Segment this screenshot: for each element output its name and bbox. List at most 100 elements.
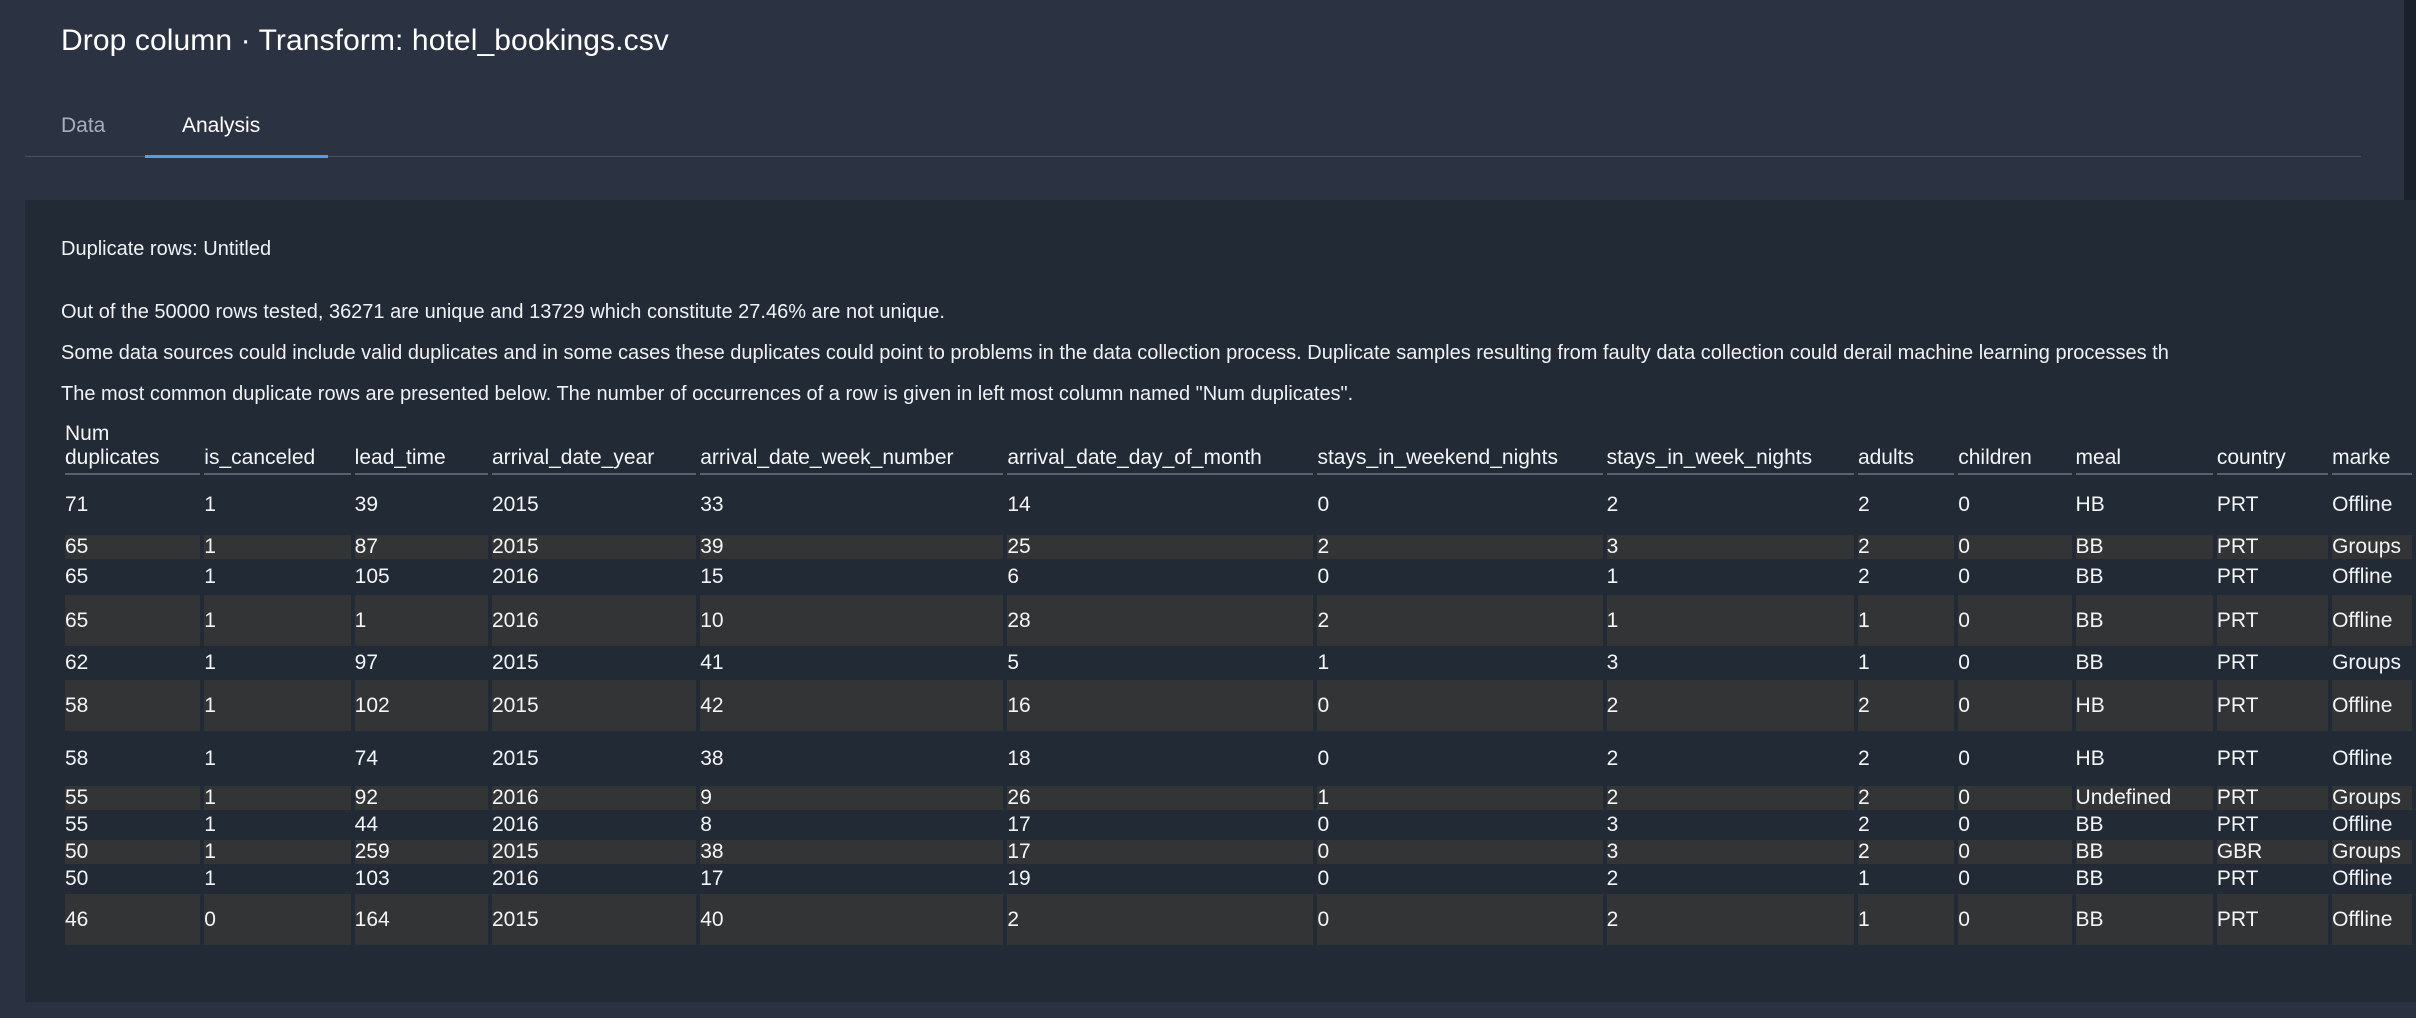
table-cell: 0 — [1958, 595, 2072, 646]
table-row: 58 1 102 2015 42 16 0 2 2 0 HB PRT Offline — [65, 680, 2412, 731]
table-cell: 1 — [204, 810, 351, 840]
table-cell: 74 — [354, 731, 488, 786]
active-tab-indicator — [145, 155, 328, 158]
duplicate-explanation: Some data sources could include valid du… — [61, 342, 2169, 364]
table-cell: 50 — [65, 840, 201, 864]
tab-analysis[interactable]: Analysis — [182, 114, 260, 138]
table-cell: 1 — [1857, 864, 1955, 894]
table-cell: 0 — [1958, 535, 2072, 559]
duplicate-note: The most common duplicate rows are prese… — [61, 383, 1354, 405]
table-cell: Offline — [2332, 894, 2412, 945]
table-cell: 1 — [1857, 595, 1955, 646]
table-cell: 2016 — [491, 786, 697, 810]
table-cell: 0 — [1958, 840, 2072, 864]
table-cell: 0 — [1958, 559, 2072, 595]
table-cell: 0 — [1317, 894, 1603, 945]
table-row: 65 1 87 2015 39 25 2 3 2 0 BB PRT Groups — [65, 535, 2412, 559]
table-cell: 97 — [354, 646, 488, 680]
table-body: 71 1 39 2015 33 14 0 2 2 0 HB PRT Offline 65 1 87 2015 39… — [65, 475, 2412, 945]
table-cell: 2015 — [491, 680, 697, 731]
table-cell: 2016 — [491, 810, 697, 840]
table-cell: BB — [2075, 894, 2213, 945]
table-cell: 1 — [204, 646, 351, 680]
table-cell: 1 — [1857, 894, 1955, 945]
table-cell: 0 — [1958, 646, 2072, 680]
table-cell: 2 — [1606, 680, 1854, 731]
table-cell: PRT — [2216, 810, 2329, 840]
table-cell: 1 — [204, 840, 351, 864]
table-cell: 2 — [1857, 810, 1955, 840]
column-header: meal — [2075, 422, 2213, 475]
table-cell: 2015 — [491, 731, 697, 786]
table-cell: 2 — [1857, 535, 1955, 559]
column-header: stays_in_week_nights — [1606, 422, 1854, 475]
table-cell: 1 — [204, 475, 351, 535]
table-cell: 1 — [204, 535, 351, 559]
table-cell: 3 — [1606, 840, 1854, 864]
table-cell: 5 — [1007, 646, 1314, 680]
table-cell: 25 — [1007, 535, 1314, 559]
table-cell: 0 — [1958, 810, 2072, 840]
column-header: is_canceled — [204, 422, 351, 475]
table-cell: 17 — [1007, 840, 1314, 864]
column-header: arrival_date_year — [491, 422, 697, 475]
table-cell: 0 — [1317, 680, 1603, 731]
table-cell: 2 — [1007, 894, 1314, 945]
duplicate-rows-table: Num duplicates is_canceled lead_time arr… — [61, 422, 2416, 945]
table-row: 46 0 164 2015 40 2 0 2 1 0 BB PRT Offline — [65, 894, 2412, 945]
table-cell: 1 — [1317, 646, 1603, 680]
table-cell: 39 — [700, 535, 1004, 559]
table-cell: 14 — [1007, 475, 1314, 535]
table-cell: 0 — [1317, 559, 1603, 595]
table-cell: 1 — [1317, 786, 1603, 810]
table-cell: 3 — [1606, 810, 1854, 840]
section-title: Duplicate rows: Untitled — [61, 238, 272, 260]
table-cell: GBR — [2216, 840, 2329, 864]
table-cell: Offline — [2332, 864, 2412, 894]
table-cell: 10 — [700, 595, 1004, 646]
column-header: country — [2216, 422, 2329, 475]
table-cell: 0 — [1958, 864, 2072, 894]
table-row: 65 1 1 2016 10 28 2 1 1 0 BB PRT Offline — [65, 595, 2412, 646]
table-cell: 15 — [700, 559, 1004, 595]
table-cell: 1 — [1606, 559, 1854, 595]
table-cell: 62 — [65, 646, 201, 680]
table-cell: 0 — [1317, 475, 1603, 535]
column-header: Num duplicates — [65, 422, 201, 475]
table-cell: 2 — [1317, 595, 1603, 646]
table-cell: 41 — [700, 646, 1004, 680]
table-cell: 0 — [1958, 475, 2072, 535]
table-cell: 2 — [1606, 864, 1854, 894]
table-row: 55 1 92 2016 9 26 1 2 2 0 Undefined PRT Groups — [65, 786, 2412, 810]
table-cell: 16 — [1007, 680, 1314, 731]
table-cell: PRT — [2216, 786, 2329, 810]
table-cell: 1 — [204, 731, 351, 786]
table-cell: 0 — [1317, 840, 1603, 864]
scrollbar[interactable] — [2404, 0, 2416, 200]
table-cell: 6 — [1007, 559, 1314, 595]
table-cell: 103 — [354, 864, 488, 894]
page-header: Drop column · Transform: hotel_bookings.… — [0, 0, 2416, 200]
table-cell: 1 — [354, 595, 488, 646]
table-cell: PRT — [2216, 475, 2329, 535]
table-cell: BB — [2075, 595, 2213, 646]
table-cell: 28 — [1007, 595, 1314, 646]
table-cell: 2 — [1606, 731, 1854, 786]
table-cell: 65 — [65, 595, 201, 646]
column-header: arrival_date_day_of_month — [1007, 422, 1314, 475]
table-cell: 39 — [354, 475, 488, 535]
table-cell: 1 — [204, 680, 351, 731]
table-row: 50 1 103 2016 17 19 0 2 1 0 BB PRT Offline — [65, 864, 2412, 894]
table-cell: 102 — [354, 680, 488, 731]
table-cell: 2015 — [491, 646, 697, 680]
table-cell: 0 — [1958, 680, 2072, 731]
table-cell: 8 — [700, 810, 1004, 840]
table-cell: 2 — [1857, 680, 1955, 731]
table-cell: PRT — [2216, 646, 2329, 680]
table-cell: 2 — [1857, 475, 1955, 535]
table-cell: 2015 — [491, 840, 697, 864]
table-cell: 65 — [65, 559, 201, 595]
table-cell: 2016 — [491, 595, 697, 646]
table-cell: 0 — [1958, 731, 2072, 786]
tab-data[interactable]: Data — [61, 114, 105, 138]
